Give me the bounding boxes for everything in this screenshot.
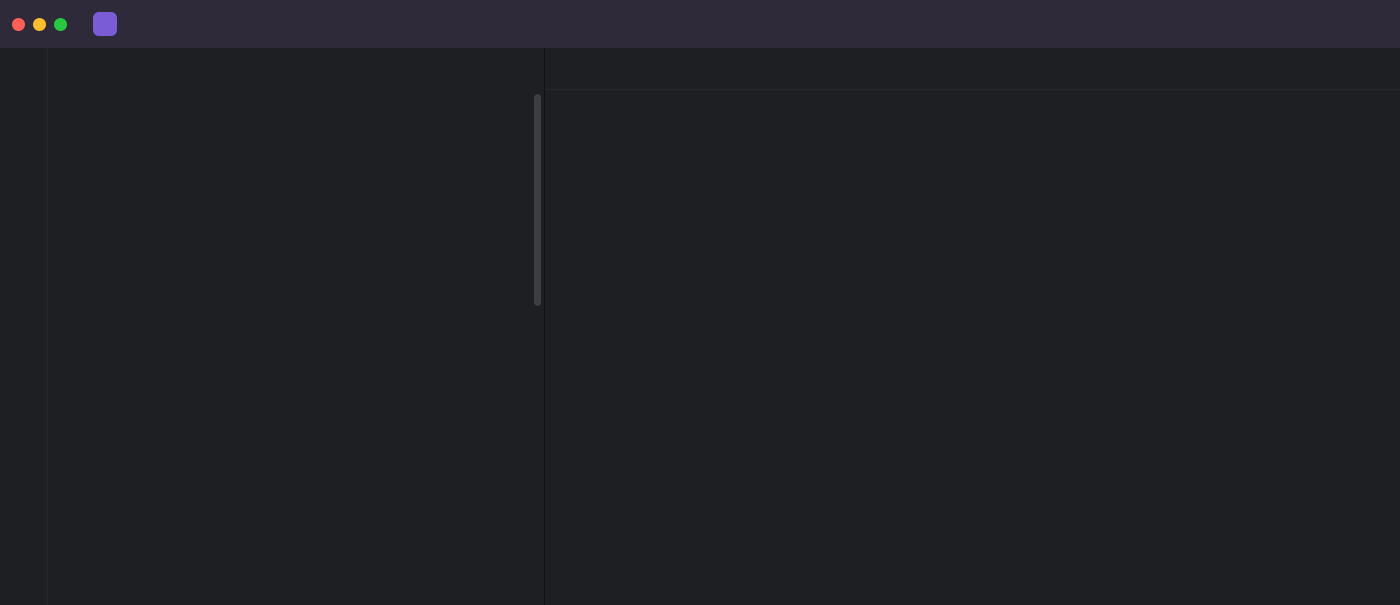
android-studio-window [0,0,1400,605]
editor-area [545,48,1400,605]
zoom-window-button[interactable] [54,17,67,31]
branch-switcher[interactable] [155,18,183,30]
next-problem-button[interactable] [1362,98,1380,116]
run-config-selector[interactable] [716,18,744,30]
error-stripe [1386,90,1398,605]
project-tree-scrollbar[interactable] [534,94,541,306]
close-window-button[interactable] [12,17,25,31]
window-controls [12,17,67,31]
project-switcher[interactable] [117,18,139,30]
device-selector[interactable] [676,18,704,30]
editor-viewport [545,90,1400,605]
prev-problem-button[interactable] [1338,98,1356,116]
main-area [0,48,1400,605]
project-view-selector[interactable] [48,48,544,90]
inspection-widget[interactable] [1324,96,1382,118]
more-run-options-button[interactable] [812,10,840,38]
minimize-window-button[interactable] [33,17,46,31]
project-tree-viewport [48,90,544,605]
editor-tab-bar [545,48,1400,90]
titlebar [0,0,1400,48]
code-editor[interactable] [545,90,1400,605]
hidden-tabs-button[interactable] [1332,57,1356,81]
activity-bar [0,48,48,605]
run-toolbar [676,10,840,38]
run-button[interactable] [756,10,784,38]
tab-options-button[interactable] [1364,57,1388,81]
project-tool-window [48,48,545,605]
tab-bar-actions [1332,48,1400,89]
debug-button[interactable] [784,10,812,38]
project-avatar [93,12,117,36]
